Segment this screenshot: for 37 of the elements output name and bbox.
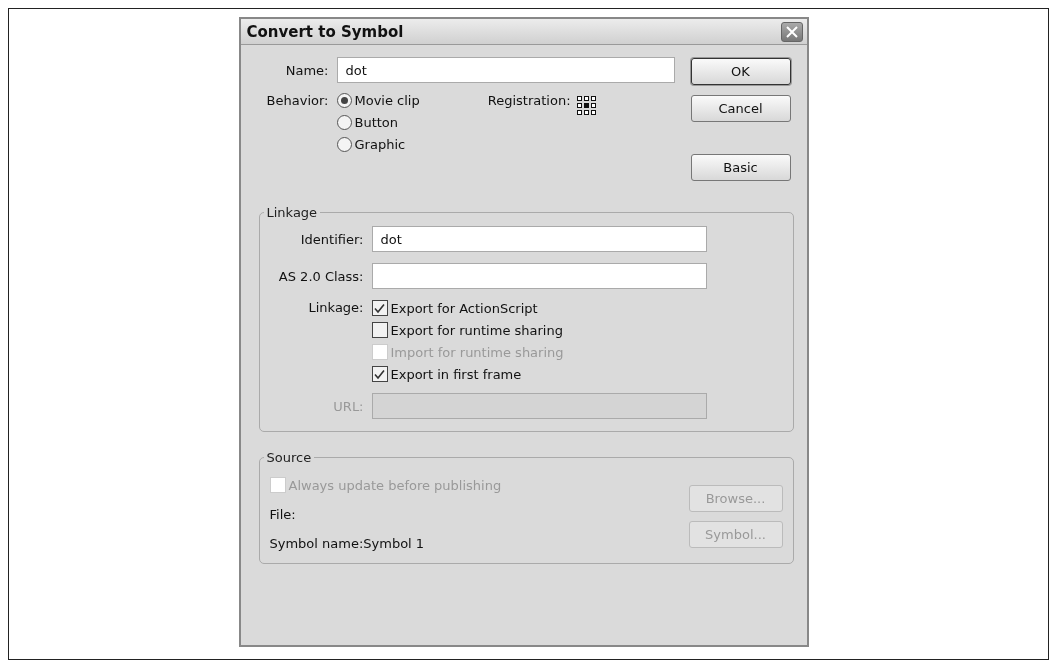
checkbox-label: Import for runtime sharing: [390, 344, 564, 360]
symbol-name-text: Symbol name:Symbol 1: [269, 536, 426, 551]
close-button[interactable]: [780, 21, 803, 42]
registration-label: Registration:: [487, 93, 571, 110]
check-icon: [374, 368, 385, 380]
dialog-button[interactable]: Cancel: [690, 95, 791, 122]
dialog-button[interactable]: OK: [690, 58, 791, 85]
file-label: File:: [269, 507, 297, 522]
field-label: Behavior:: [265, 93, 329, 108]
window-title: Convert to Symbol: [246, 22, 404, 41]
radio-label: Graphic: [354, 137, 406, 152]
field-label: AS 2.0 Class:: [277, 268, 364, 284]
radio-button[interactable]: [336, 93, 352, 108]
checkbox-label: Always update before publishing: [288, 477, 502, 493]
field-label: Identifier:: [299, 231, 364, 247]
checkbox[interactable]: [371, 300, 388, 316]
checkbox-label: Export for runtime sharing: [390, 322, 563, 338]
group-title: Linkage: [265, 205, 319, 220]
radio-label: Movie clip: [354, 93, 420, 108]
field-label: Linkage:: [307, 300, 364, 315]
field-label: URL:: [332, 398, 364, 414]
name-field[interactable]: dot: [336, 57, 675, 83]
checkbox[interactable]: [371, 322, 388, 338]
checkbox-label: Export in first frame: [390, 366, 522, 382]
radio-button[interactable]: [336, 137, 352, 152]
class-field[interactable]: [371, 263, 707, 289]
field-label: Name:: [284, 62, 329, 78]
checkbox-label: Export for ActionScript: [390, 300, 538, 316]
check-icon: [374, 302, 385, 314]
group-title: Source: [265, 450, 313, 465]
dialog-button[interactable]: Basic: [690, 154, 791, 181]
identifier-field[interactable]: dot: [371, 226, 707, 252]
checkbox[interactable]: [371, 366, 388, 382]
close-icon: [785, 25, 798, 38]
radio-label: Button: [354, 115, 399, 130]
radio-button[interactable]: [336, 115, 352, 130]
registration-grid[interactable]: [576, 96, 596, 115]
